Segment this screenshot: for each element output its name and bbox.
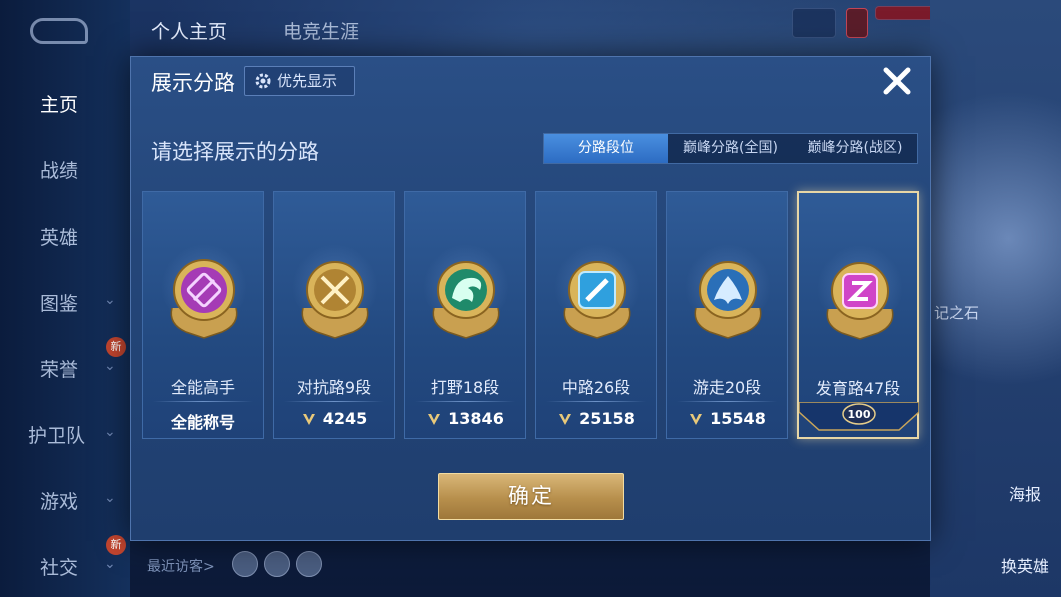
sidebar: 主页 战绩 英雄 图鉴 ⌄ 新 荣誉 ⌄ 护卫队 ⌄ 游戏 ⌄ 新 社交 ⌄ xyxy=(0,0,130,597)
jungle-emblem-icon xyxy=(432,261,500,339)
select-lane-heading: 请选择展示的分路 xyxy=(151,140,319,164)
lane-card-roam[interactable]: 游走20段 15548 xyxy=(666,191,788,439)
divider xyxy=(153,401,253,402)
lane-card-value: 4245 xyxy=(322,409,368,428)
lane-card-name: 中路26段 xyxy=(561,378,631,397)
tab-lane-rank[interactable]: 分路段位 xyxy=(544,134,668,163)
stone-label[interactable]: 记之石 xyxy=(934,302,979,323)
mid-lane-emblem-icon xyxy=(563,261,631,339)
visitor-avatar[interactable] xyxy=(232,551,258,577)
lane-card-name: 全能高手 xyxy=(170,378,235,397)
clash-lane-emblem-icon xyxy=(301,261,369,339)
visitor-avatar[interactable] xyxy=(296,551,322,577)
divider xyxy=(546,401,646,402)
sidebar-item-home[interactable]: 主页 xyxy=(40,90,78,117)
divider xyxy=(415,401,515,402)
lane-card-score: 13846 xyxy=(405,409,525,428)
lane-card-score: 25158 xyxy=(536,409,656,428)
swap-hero-label[interactable]: 换英雄 xyxy=(1001,553,1049,577)
sidebar-item-honor[interactable]: 荣誉 xyxy=(40,355,78,382)
chevron-down-icon: ⌄ xyxy=(104,424,116,440)
tab-esports[interactable]: 电竞生涯 xyxy=(283,17,359,44)
divider xyxy=(677,401,777,402)
new-badge: 新 xyxy=(106,337,126,357)
poster-label[interactable]: 海报 xyxy=(1009,481,1041,505)
tab-peak-lane-national[interactable]: 巅峰分路(全国) xyxy=(668,134,793,163)
lane-card-name: 打野18段 xyxy=(430,378,500,397)
back-logo-icon[interactable] xyxy=(30,18,88,44)
recent-visitors-label[interactable]: 最近访客> xyxy=(147,556,215,576)
confirm-button[interactable]: 确定 xyxy=(438,473,624,520)
sidebar-item-social[interactable]: 社交 xyxy=(40,553,78,580)
lane-card-all-round[interactable]: 全能高手 全能称号 xyxy=(142,191,264,439)
chevron-down-icon: ⌄ xyxy=(104,490,116,506)
sidebar-item-record[interactable]: 战绩 xyxy=(40,156,78,183)
power-arrow-icon xyxy=(302,414,315,425)
lane-tab-group: 分路段位 巅峰分路(全国) 巅峰分路(战区) xyxy=(543,133,918,164)
lane-card-name: 游走20段 xyxy=(692,378,762,397)
hundred-badge-value: 100 xyxy=(848,408,871,421)
power-arrow-icon xyxy=(690,414,703,425)
hero-artwork xyxy=(930,0,1061,597)
all-round-emblem-icon xyxy=(170,259,238,339)
hundred-badge-icon: 100 xyxy=(799,402,919,431)
farm-lane-emblem-icon xyxy=(826,262,894,340)
lane-card-jungle[interactable]: 打野18段 13846 xyxy=(404,191,526,439)
lane-card-value: 15548 xyxy=(710,409,766,428)
sidebar-item-guard[interactable]: 护卫队 xyxy=(28,421,85,448)
chevron-down-icon: ⌄ xyxy=(104,292,116,308)
gear-icon xyxy=(255,73,271,89)
tab-profile[interactable]: 个人主页 xyxy=(151,17,227,44)
sidebar-item-game[interactable]: 游戏 xyxy=(40,487,78,514)
tab-peak-lane-region[interactable]: 巅峰分路(战区) xyxy=(793,134,917,163)
power-arrow-icon xyxy=(559,414,572,425)
lane-card-value: 25158 xyxy=(579,409,635,428)
modal-title: 展示分路 xyxy=(151,71,235,95)
lane-card-clash[interactable]: 对抗路9段 4245 xyxy=(273,191,395,439)
new-badge: 新 xyxy=(106,535,126,555)
chevron-down-icon: ⌄ xyxy=(104,556,116,572)
lane-card-name: 发育路47段 xyxy=(815,379,901,398)
sidebar-item-heroes[interactable]: 英雄 xyxy=(40,223,78,250)
power-arrow-icon xyxy=(428,414,441,425)
lane-card-score: 15548 xyxy=(667,409,787,428)
lane-display-modal: 展示分路 优先显示 请选择展示的分路 分路段位 巅峰分路(全国) 巅峰分路(战区… xyxy=(130,56,931,541)
lane-card-value: 13846 xyxy=(448,409,504,428)
lane-card-value: 全能称号 xyxy=(170,413,235,432)
visitor-avatar[interactable] xyxy=(264,551,290,577)
sidebar-item-collection[interactable]: 图鉴 xyxy=(40,289,78,316)
chevron-down-icon: ⌄ xyxy=(104,358,116,374)
divider xyxy=(284,401,384,402)
close-icon[interactable] xyxy=(879,63,915,99)
lane-card-score: 4245 xyxy=(274,409,394,428)
vip-icon[interactable] xyxy=(846,8,868,38)
lane-card-name: 对抗路9段 xyxy=(296,378,372,397)
avatar[interactable] xyxy=(792,8,836,38)
priority-display-button[interactable]: 优先显示 xyxy=(244,66,355,96)
roam-emblem-icon xyxy=(694,261,762,339)
lane-card-farm[interactable]: 发育路47段 100 xyxy=(797,191,919,439)
lane-card-mid[interactable]: 中路26段 25158 xyxy=(535,191,657,439)
priority-display-label: 优先显示 xyxy=(277,72,338,90)
